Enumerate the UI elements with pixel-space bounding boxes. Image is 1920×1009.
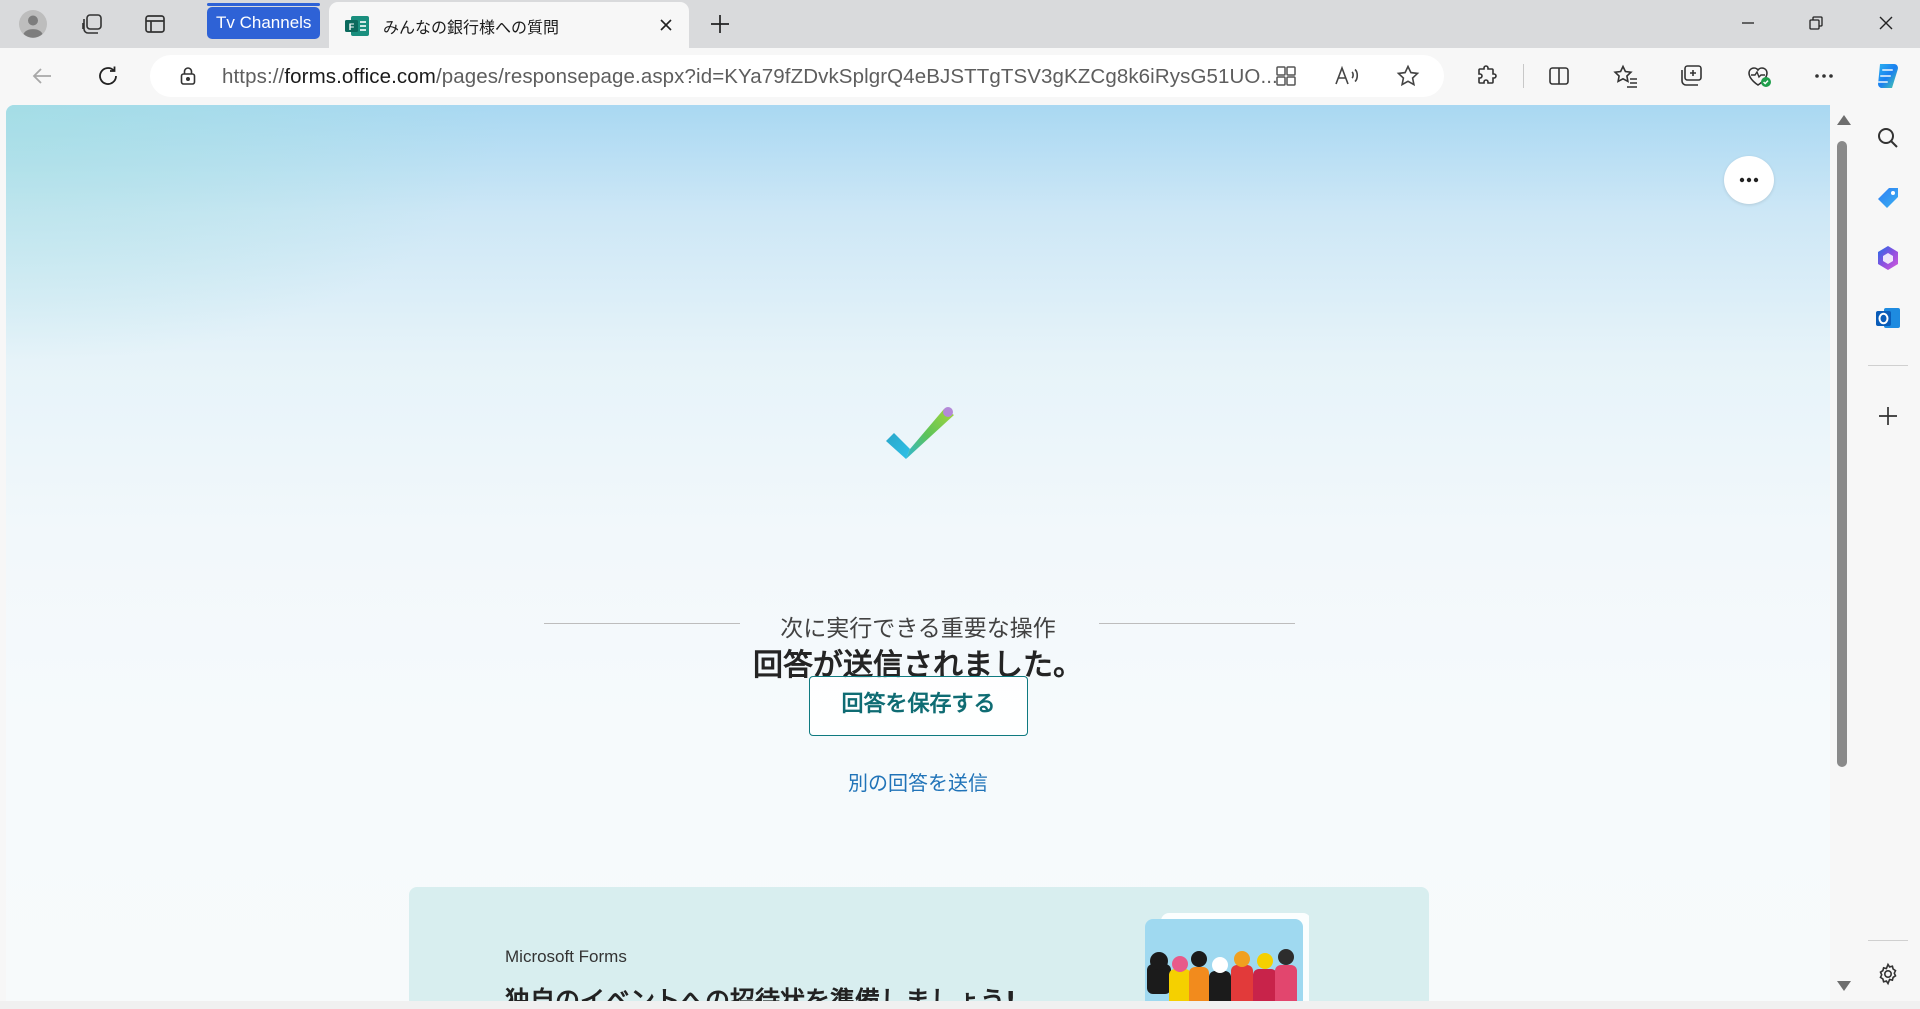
refresh-icon[interactable] bbox=[90, 58, 126, 94]
more-menu-icon[interactable] bbox=[1806, 58, 1842, 94]
restore-button[interactable] bbox=[1786, 0, 1846, 46]
window-bottom-edge bbox=[0, 1001, 1920, 1009]
browser-toolbar: https://forms.office.com/pages/responsep… bbox=[0, 48, 1920, 104]
sidebar-settings-icon[interactable] bbox=[1870, 956, 1906, 992]
more-options-button[interactable] bbox=[1724, 156, 1774, 204]
profile-icon[interactable] bbox=[17, 8, 49, 40]
url-text[interactable]: https://forms.office.com/pages/responsep… bbox=[222, 65, 1278, 89]
sidebar-add-icon[interactable] bbox=[1870, 398, 1906, 434]
back-arrow-icon[interactable] bbox=[24, 58, 60, 94]
promo-brand: Microsoft Forms bbox=[505, 947, 627, 966]
edge-sidebar bbox=[1856, 104, 1920, 1009]
browser-essentials-icon[interactable] bbox=[1741, 58, 1777, 94]
page-content: 回答が送信されました。 次に実行できる重要な操作 回答を保存する 別の回答を送信… bbox=[6, 105, 1830, 1001]
copilot-icon[interactable] bbox=[1868, 56, 1908, 96]
star-icon[interactable] bbox=[1390, 58, 1426, 94]
people-illustration-icon bbox=[1139, 909, 1311, 1001]
workspaces-icon[interactable] bbox=[76, 8, 108, 40]
tab-title: みんなの銀行様への質問 bbox=[383, 18, 560, 37]
next-actions-heading: 次に実行できる重要な操作 bbox=[780, 616, 1056, 642]
toolbar-separator bbox=[1523, 64, 1524, 88]
app-available-icon[interactable] bbox=[1268, 58, 1304, 94]
tab-active[interactable]: F みんなの銀行様への質問 bbox=[329, 2, 689, 48]
sidebar-separator bbox=[1868, 365, 1908, 366]
minimize-button[interactable] bbox=[1718, 0, 1778, 46]
promo-card[interactable]: Microsoft Forms 独自のイベントへの招待状を準備しましょう! bbox=[409, 887, 1429, 1001]
sidebar-search-icon[interactable] bbox=[1870, 120, 1906, 156]
svg-text:F: F bbox=[349, 22, 355, 32]
forms-favicon-icon: F bbox=[345, 16, 369, 36]
scroll-thumb[interactable] bbox=[1837, 141, 1847, 767]
title-bar: Tv Channels F みんなの銀行様への質問 bbox=[0, 0, 1920, 48]
split-screen-icon[interactable] bbox=[1541, 58, 1577, 94]
scroll-down-arrow-icon[interactable] bbox=[1837, 981, 1851, 991]
save-response-button[interactable]: 回答を保存する bbox=[809, 676, 1028, 736]
close-window-button[interactable] bbox=[1856, 0, 1916, 46]
sidebar-separator-bottom bbox=[1868, 940, 1908, 941]
success-checkmark-icon bbox=[880, 397, 960, 477]
sidebar-outlook-icon[interactable] bbox=[1870, 300, 1906, 336]
address-bar[interactable]: https://forms.office.com/pages/responsep… bbox=[150, 55, 1444, 97]
read-aloud-icon[interactable] bbox=[1329, 58, 1365, 94]
scroll-up-arrow-icon[interactable] bbox=[1837, 115, 1851, 125]
submit-another-link[interactable]: 別の回答を送信 bbox=[6, 767, 1830, 796]
lock-icon[interactable] bbox=[170, 58, 206, 94]
vertical-tabs-icon[interactable] bbox=[139, 8, 171, 40]
close-tab-icon[interactable] bbox=[655, 14, 677, 36]
vertical-scrollbar[interactable] bbox=[1830, 105, 1854, 1001]
sidebar-m365-icon[interactable] bbox=[1870, 240, 1906, 276]
favorites-icon[interactable] bbox=[1608, 58, 1644, 94]
tab-group-label[interactable]: Tv Channels bbox=[207, 3, 321, 39]
promo-title: 独自のイベントへの招待状を準備しましょう! bbox=[505, 986, 1017, 1001]
extensions-icon[interactable] bbox=[1469, 58, 1505, 94]
collections-icon[interactable] bbox=[1674, 58, 1710, 94]
new-tab-button[interactable] bbox=[702, 8, 738, 40]
sidebar-shopping-icon[interactable] bbox=[1870, 180, 1906, 216]
